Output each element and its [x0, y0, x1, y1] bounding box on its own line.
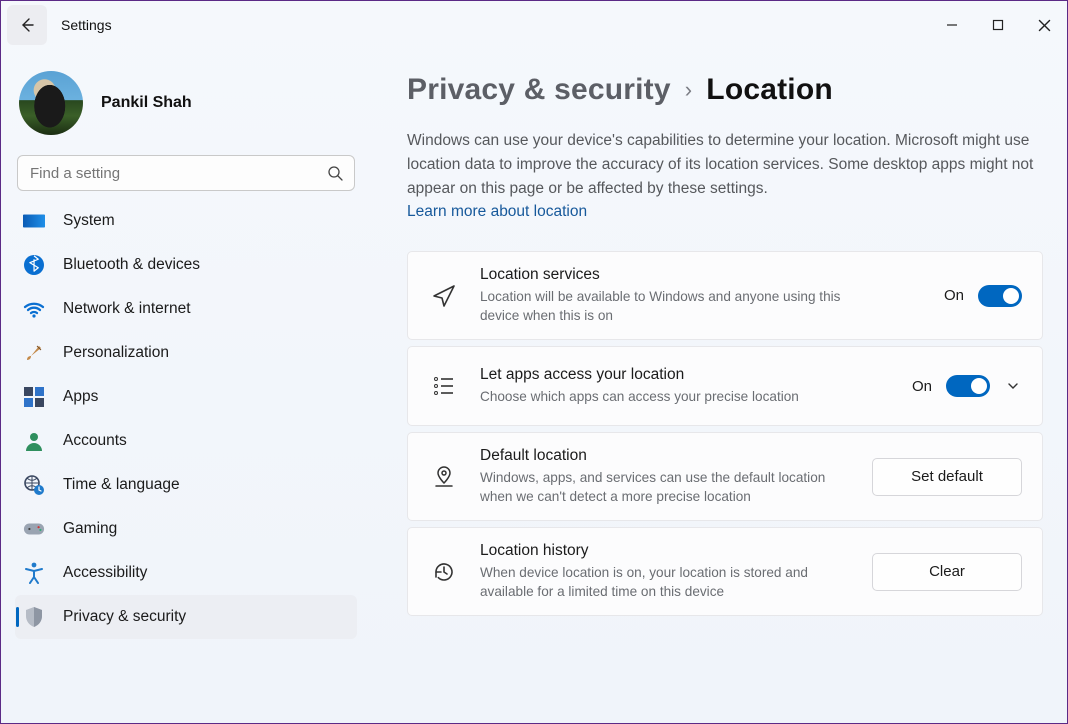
clear-history-button[interactable]: Clear [872, 553, 1022, 591]
chevron-down-icon[interactable] [1004, 377, 1022, 395]
card-apps-access-location[interactable]: Let apps access your location Choose whi… [407, 346, 1043, 426]
card-subtitle: Windows, apps, and services can use the … [480, 468, 850, 506]
close-button[interactable] [1021, 9, 1067, 41]
sidebar: Pankil Shah System Bluetooth & devices [1, 49, 371, 723]
user-account-row[interactable]: Pankil Shah [15, 61, 357, 153]
toggle-state-label: On [944, 287, 964, 304]
map-pin-icon [430, 463, 458, 491]
paintbrush-icon [23, 342, 45, 364]
sidebar-item-label: System [63, 212, 115, 230]
search-icon [327, 165, 343, 181]
sidebar-item-accounts[interactable]: Accounts [15, 419, 357, 463]
breadcrumb: Privacy & security › Location [407, 73, 1043, 107]
accessibility-icon [23, 562, 45, 584]
sidebar-item-network[interactable]: Network & internet [15, 287, 357, 331]
breadcrumb-parent[interactable]: Privacy & security [407, 73, 671, 107]
sidebar-item-label: Network & internet [63, 300, 191, 318]
window-title: Settings [61, 17, 112, 33]
content-area: Privacy & security › Location Windows ca… [371, 49, 1067, 723]
sidebar-item-label: Bluetooth & devices [63, 256, 200, 274]
shield-icon [23, 606, 45, 628]
window-controls [929, 9, 1067, 41]
card-title: Let apps access your location [480, 366, 890, 384]
card-title: Location history [480, 542, 850, 560]
card-subtitle: Location will be available to Windows an… [480, 287, 860, 325]
card-title: Location services [480, 266, 922, 284]
sidebar-item-gaming[interactable]: Gaming [15, 507, 357, 551]
set-default-button[interactable]: Set default [872, 458, 1022, 496]
history-icon [430, 558, 458, 586]
card-title: Default location [480, 447, 850, 465]
close-icon [1038, 19, 1051, 32]
sidebar-item-label: Apps [63, 388, 98, 406]
maximize-button[interactable] [975, 9, 1021, 41]
wifi-icon [23, 298, 45, 320]
nav-list: System Bluetooth & devices Network & int… [15, 205, 357, 723]
bluetooth-icon [23, 254, 45, 276]
sidebar-item-system[interactable]: System [15, 205, 357, 243]
learn-more-link[interactable]: Learn more about location [407, 203, 1043, 221]
person-icon [23, 430, 45, 452]
sidebar-item-label: Gaming [63, 520, 117, 538]
titlebar: Settings [1, 1, 1067, 49]
location-arrow-icon [430, 282, 458, 310]
button-label: Clear [929, 563, 965, 580]
settings-cards: Location services Location will be avail… [407, 251, 1043, 616]
apps-icon [23, 386, 45, 408]
button-label: Set default [911, 468, 983, 485]
sidebar-item-apps[interactable]: Apps [15, 375, 357, 419]
location-services-toggle[interactable] [978, 285, 1022, 307]
minimize-button[interactable] [929, 9, 975, 41]
card-location-services[interactable]: Location services Location will be avail… [407, 251, 1043, 340]
chevron-right-icon: › [685, 77, 693, 103]
maximize-icon [992, 19, 1004, 31]
minimize-icon [946, 19, 958, 31]
sidebar-item-personalization[interactable]: Personalization [15, 331, 357, 375]
sidebar-item-label: Personalization [63, 344, 169, 362]
sidebar-item-label: Privacy & security [63, 608, 186, 626]
list-settings-icon [430, 372, 458, 400]
settings-window: Settings Pankil Shah System [0, 0, 1068, 724]
apps-access-toggle[interactable] [946, 375, 990, 397]
sidebar-item-time-language[interactable]: Time & language [15, 463, 357, 507]
card-location-history: Location history When device location is… [407, 527, 1043, 616]
sidebar-item-label: Accounts [63, 432, 127, 450]
search-field-wrap [17, 155, 355, 191]
page-title: Location [706, 73, 833, 107]
card-default-location: Default location Windows, apps, and serv… [407, 432, 1043, 521]
gamepad-icon [23, 518, 45, 540]
search-input[interactable] [17, 155, 355, 191]
sidebar-item-privacy-security[interactable]: Privacy & security [15, 595, 357, 639]
avatar [19, 71, 83, 135]
sidebar-item-accessibility[interactable]: Accessibility [15, 551, 357, 595]
card-subtitle: When device location is on, your locatio… [480, 563, 850, 601]
back-button[interactable] [7, 5, 47, 45]
user-name: Pankil Shah [101, 94, 192, 112]
sidebar-item-bluetooth[interactable]: Bluetooth & devices [15, 243, 357, 287]
globe-clock-icon [23, 474, 45, 496]
system-icon [23, 210, 45, 232]
page-description: Windows can use your device's capabiliti… [407, 129, 1043, 201]
arrow-left-icon [19, 17, 35, 33]
card-subtitle: Choose which apps can access your precis… [480, 387, 860, 406]
toggle-state-label: On [912, 378, 932, 395]
sidebar-item-label: Time & language [63, 476, 180, 494]
sidebar-item-label: Accessibility [63, 564, 147, 582]
